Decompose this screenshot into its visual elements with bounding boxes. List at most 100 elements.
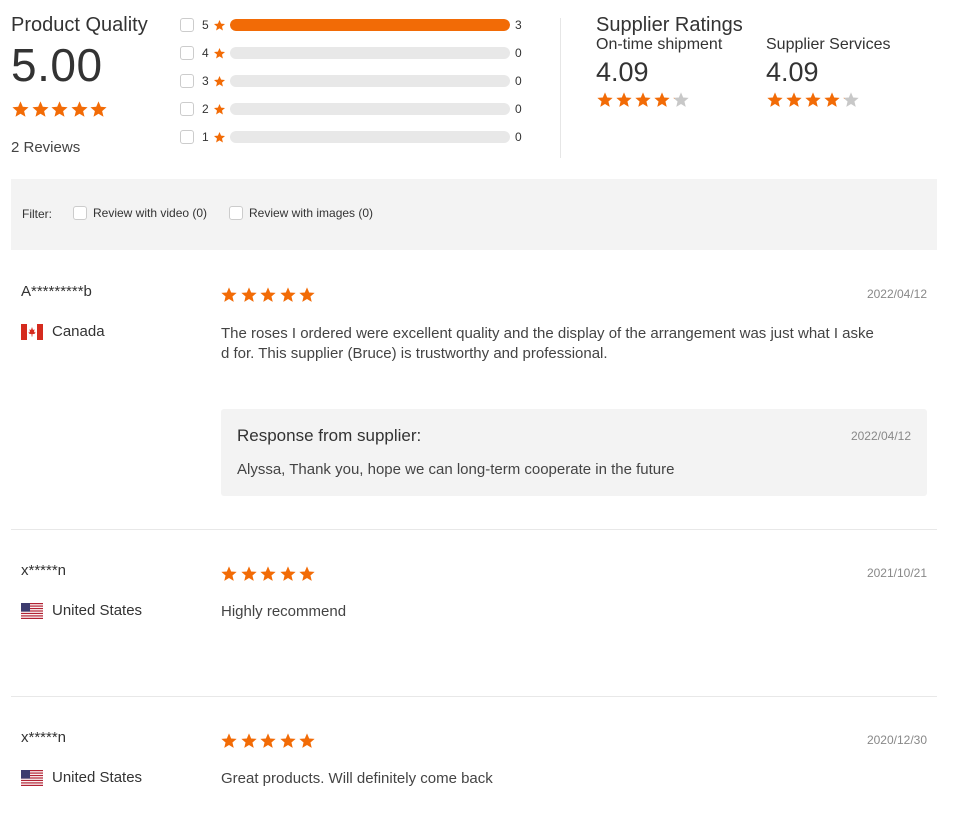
rating-bar [230, 47, 510, 59]
filter-images-option[interactable]: Review with images (0) [229, 206, 373, 220]
review-item: x*****n United States 2020/12/30 Great p… [0, 697, 953, 828]
star-icon [842, 91, 860, 109]
star-icon [240, 286, 258, 304]
filter-label: Filter: [22, 207, 52, 221]
star-icon [11, 100, 30, 119]
star-icon [213, 47, 226, 65]
star-icon [220, 565, 238, 583]
us-flag-icon [21, 602, 43, 619]
star-icon [240, 732, 258, 750]
star-icon [259, 565, 277, 583]
review-date: 2022/04/12 [866, 287, 927, 301]
review-date: 2021/10/21 [866, 566, 927, 580]
star-icon [31, 100, 50, 119]
review-stars [220, 565, 318, 583]
rating-bar-fill [230, 19, 510, 31]
star-icon [634, 91, 652, 109]
vertical-divider [560, 18, 561, 158]
us-flag-icon [21, 769, 43, 786]
star-icon [259, 732, 277, 750]
review-text-line: The roses I ordered were excellent quali… [221, 325, 874, 342]
star-icon [220, 286, 238, 304]
star-icon [240, 565, 258, 583]
review-item: A*********b Canada 2022/04/12 The roses … [0, 250, 953, 530]
rating-filter-checkbox[interactable] [180, 18, 194, 32]
rating-row: 10 [180, 128, 530, 146]
star-icon [672, 91, 690, 109]
rating-count: 0 [515, 102, 522, 116]
star-icon [823, 91, 841, 109]
review-text-line: d for. This supplier (Bruce) is trustwor… [221, 345, 608, 362]
star-icon [220, 732, 238, 750]
star-icon [213, 75, 226, 93]
rating-row: 53 [180, 16, 530, 34]
filter-video-label: Review with video (0) [93, 206, 208, 220]
filter-images-checkbox[interactable] [229, 206, 243, 220]
review-stars [220, 286, 318, 304]
country-name: United States [52, 602, 143, 619]
rating-filter-checkbox[interactable] [180, 46, 194, 60]
star-icon [596, 91, 614, 109]
rating-count: 0 [515, 130, 522, 144]
rating-count: 0 [515, 46, 522, 60]
reviews-count: 2 Reviews [11, 139, 81, 156]
star-icon [279, 732, 297, 750]
supplier-rating-services: Supplier Services 4.09 [766, 36, 936, 109]
filter-video-checkbox[interactable] [73, 206, 87, 220]
rating-bar [230, 75, 510, 87]
review-text: The roses I ordered were excellent quali… [221, 324, 931, 364]
review-stars [220, 732, 318, 750]
rating-row: 30 [180, 72, 530, 90]
filter-images-label: Review with images (0) [249, 206, 374, 220]
star-icon [615, 91, 633, 109]
supplier-response: Response from supplier: 2022/04/12 Alyss… [221, 409, 927, 496]
reviewer-country: United States [21, 769, 142, 786]
reviewer-name: x*****n [21, 729, 67, 746]
rating-count: 3 [515, 18, 522, 32]
star-icon [213, 19, 226, 37]
rating-bar [230, 103, 510, 115]
rating-star-label: 3 [202, 74, 209, 88]
supplier-ratings-title: Supplier Ratings [596, 14, 743, 36]
supplier-rating-stars [766, 91, 936, 109]
supplier-rating-score: 4.09 [596, 57, 649, 87]
rating-filter-checkbox[interactable] [180, 130, 194, 144]
star-icon [70, 100, 89, 119]
star-icon [50, 100, 69, 119]
star-icon [213, 131, 226, 149]
supplier-rating-label: On-time shipment [596, 36, 723, 53]
country-name: United States [52, 769, 143, 786]
country-name: Canada [52, 323, 105, 340]
star-icon [785, 91, 803, 109]
star-icon [298, 565, 316, 583]
star-icon [279, 286, 297, 304]
rating-filter-checkbox[interactable] [180, 74, 194, 88]
rating-count: 0 [515, 74, 522, 88]
star-icon [213, 103, 226, 121]
star-icon [804, 91, 822, 109]
reviewer-country: Canada [21, 323, 105, 340]
response-date: 2022/04/12 [850, 429, 911, 443]
review-text: Highly recommend [221, 603, 347, 620]
supplier-rating-score: 4.09 [766, 57, 819, 87]
filter-video-option[interactable]: Review with video (0) [73, 206, 207, 220]
supplier-rating-ontime: On-time shipment 4.09 [596, 36, 766, 109]
rating-filter-checkbox[interactable] [180, 102, 194, 116]
star-icon [259, 286, 277, 304]
product-quality-score: 5.00 [11, 39, 103, 91]
reviewer-name: x*****n [21, 562, 67, 579]
rating-star-label: 5 [202, 18, 209, 32]
rating-row: 40 [180, 44, 530, 62]
rating-star-label: 1 [202, 130, 209, 144]
product-quality-stars [11, 100, 109, 119]
rating-star-label: 2 [202, 102, 209, 116]
rating-row: 20 [180, 100, 530, 118]
canada-flag-icon [21, 323, 43, 340]
review-date: 2020/12/30 [866, 733, 927, 747]
reviewer-country: United States [21, 602, 142, 619]
supplier-rating-stars [596, 91, 766, 109]
rating-bar [230, 131, 510, 143]
star-icon [653, 91, 671, 109]
star-icon [766, 91, 784, 109]
response-title: Response from supplier: [237, 426, 422, 445]
